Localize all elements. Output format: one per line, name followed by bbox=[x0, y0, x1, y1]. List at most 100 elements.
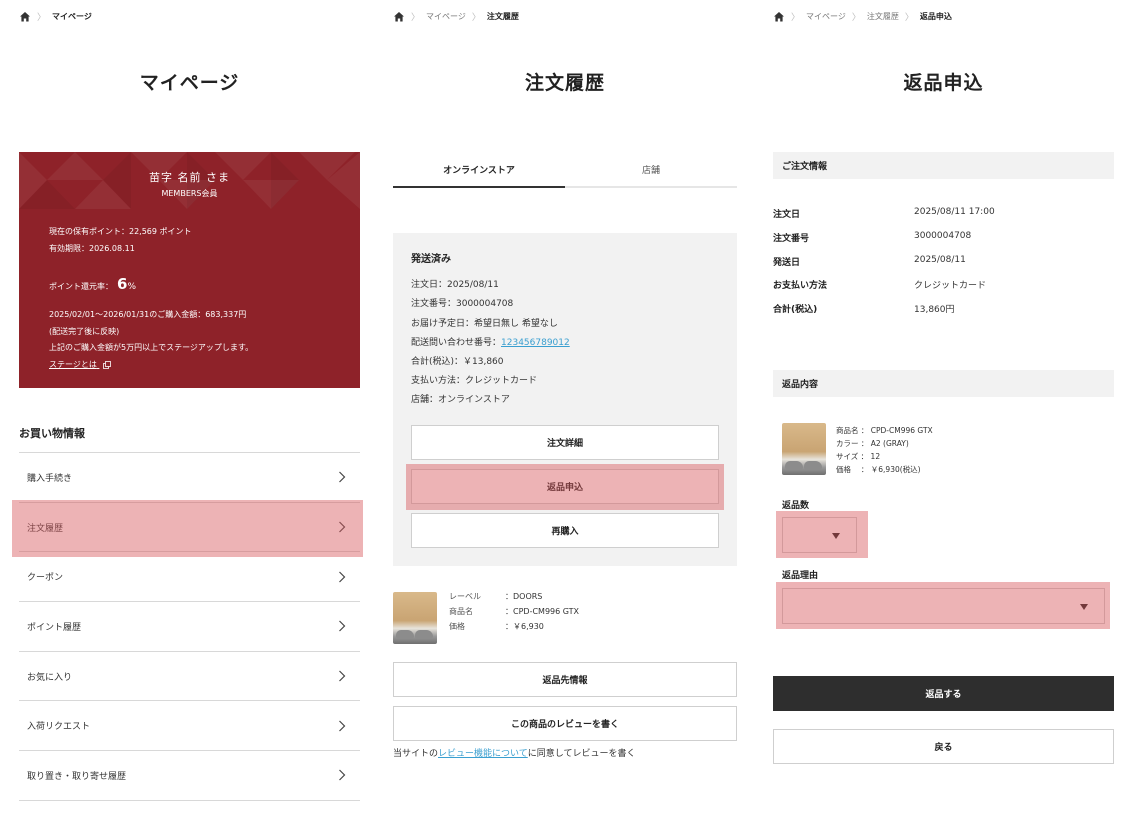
menu-item-point-history[interactable]: ポイント履歴 bbox=[19, 602, 360, 652]
submit-return-button[interactable]: 返品する bbox=[773, 676, 1114, 711]
stage-link[interactable]: ステージとは bbox=[49, 359, 112, 370]
row-value: 2025/08/11 17:00 bbox=[914, 207, 995, 217]
chevron-right-icon bbox=[339, 521, 346, 533]
return-info-button[interactable]: 返品先情報 bbox=[393, 662, 737, 697]
order-detail-button[interactable]: 注文詳細 bbox=[411, 425, 719, 460]
menu-item-label: クーポン bbox=[27, 573, 64, 584]
point-rate-label: ポイント還元率： bbox=[49, 282, 113, 291]
row-key: お支払い方法 bbox=[773, 281, 828, 291]
row-key: 合計(税込) bbox=[773, 305, 818, 315]
page-title: 返品申込 bbox=[903, 72, 984, 94]
product-name: 商品名 ： CPD-CM996 GTX bbox=[836, 426, 933, 435]
menu-item-label: 取り置き・取り寄せ履歴 bbox=[27, 771, 127, 782]
rebuy-button[interactable]: 再購入 bbox=[411, 513, 719, 548]
chevron-right-icon bbox=[339, 571, 346, 583]
return-product-info: 商品名 ： CPD-CM996 GTX カラー ： A2 (GRAY) サイズ … bbox=[836, 424, 933, 476]
delivery-date: お届け予定日：希望日無し 希望なし bbox=[411, 319, 558, 329]
page-title: マイページ bbox=[139, 72, 240, 94]
point-rate: ポイント還元率： 6% bbox=[49, 275, 136, 293]
row-key: 発送日 bbox=[773, 258, 801, 268]
row-value: 3000004708 bbox=[914, 231, 972, 241]
chevron-right-icon bbox=[339, 620, 346, 632]
points-text: 現在の保有ポイント：22,569 ポイント bbox=[49, 227, 192, 236]
tracking: 配送問い合わせ番号：123456789012 bbox=[411, 335, 570, 348]
return-qty-label: 返品数 bbox=[782, 501, 810, 511]
tracking-number-link[interactable]: 123456789012 bbox=[501, 338, 570, 348]
breadcrumb-mypage[interactable]: マイページ bbox=[426, 11, 466, 22]
product-info: レーベル ：DOORS 商品名 ：CPD-CM996 GTX 価格 ：￥6,930 bbox=[449, 589, 579, 634]
return-content-header: 返品内容 bbox=[773, 370, 1114, 397]
breadcrumb: 〉 マイページ 〉 注文履歴 bbox=[393, 10, 519, 23]
row-key: 注文日 bbox=[773, 210, 801, 220]
stage-link-label: ステージとは bbox=[49, 360, 97, 369]
shoe-right bbox=[415, 630, 433, 639]
tracking-label: 配送問い合わせ番号： bbox=[411, 338, 502, 348]
tab-online-store[interactable]: オンラインストア bbox=[393, 152, 565, 188]
member-rank: MEMBERS会員 bbox=[161, 189, 218, 198]
menu-item-checkout[interactable]: 購入手続き bbox=[19, 453, 360, 503]
name-key: 商品名 bbox=[449, 607, 473, 616]
menu-item-order-history[interactable]: 注文履歴 bbox=[19, 503, 360, 553]
point-rate-value: 6 bbox=[117, 275, 128, 293]
menu-item-label: 入荷リクエスト bbox=[27, 722, 91, 733]
tab-store[interactable]: 店舗 bbox=[565, 152, 737, 188]
point-rate-unit: % bbox=[127, 282, 136, 292]
return-request-button[interactable]: 返品申込 bbox=[411, 469, 719, 504]
back-button[interactable]: 戻る bbox=[773, 729, 1114, 764]
shopping-info-title: お買い物情報 bbox=[19, 427, 85, 440]
order-history-panel: 〉 マイページ 〉 注文履歴 注文履歴 オンラインストア 店舗 発送済み 注文日… bbox=[393, 0, 737, 820]
shoe-right bbox=[804, 461, 822, 470]
menu-item-favorites[interactable]: お気に入り bbox=[19, 652, 360, 702]
label-value: ：DOORS bbox=[505, 592, 543, 601]
payment-method: 支払い方法：クレジットカード bbox=[411, 376, 538, 386]
return-qty-select[interactable] bbox=[782, 517, 857, 553]
caret-down-icon bbox=[832, 533, 840, 539]
menu-item-reservation-history[interactable]: 取り置き・取り寄せ履歴 bbox=[19, 751, 360, 801]
home-icon[interactable] bbox=[393, 11, 405, 23]
return-reason-label: 返品理由 bbox=[782, 571, 819, 581]
price-value: ：￥6,930 bbox=[505, 622, 544, 631]
order-card: 発送済み 注文日：2025/08/11 注文番号：3000004708 お届け予… bbox=[393, 233, 737, 566]
purchase-period-note: (配送完了後に反映) bbox=[49, 327, 120, 336]
breadcrumb: 〉 マイページ 〉 注文履歴 〉 返品申込 bbox=[773, 10, 952, 23]
shopping-menu: 購入手続き 注文履歴 クーポン ポイント履歴 お気に入り 入荷リクエスト 取り置… bbox=[19, 452, 360, 801]
menu-item-coupon[interactable]: クーポン bbox=[19, 552, 360, 603]
row-value: クレジットカード bbox=[914, 281, 987, 291]
review-note: 当サイトのレビュー機能についてに同意してレビューを書く bbox=[393, 746, 635, 759]
breadcrumb-separator-icon: 〉 bbox=[411, 13, 421, 23]
order-date: 注文日：2025/08/11 bbox=[411, 280, 499, 290]
price-key: 価格 bbox=[449, 622, 465, 631]
home-icon[interactable] bbox=[19, 11, 31, 23]
breadcrumb-mypage[interactable]: マイページ bbox=[806, 11, 846, 22]
breadcrumb-order-history[interactable]: 注文履歴 bbox=[867, 11, 899, 22]
home-icon[interactable] bbox=[773, 11, 785, 23]
review-note-prefix: 当サイトの bbox=[393, 749, 439, 759]
product-color: カラー ： A2 (GRAY) bbox=[836, 439, 909, 448]
mypage-panel: 〉 マイページ マイページ 苗字 名前 さま MEMBERS会員 現在の保有ポイ… bbox=[12, 0, 363, 820]
order-info-header: ご注文情報 bbox=[773, 152, 1114, 179]
menu-item-restock-request[interactable]: 入荷リクエスト bbox=[19, 701, 360, 752]
member-card: 苗字 名前 さま MEMBERS会員 現在の保有ポイント：22,569 ポイント… bbox=[19, 152, 360, 388]
row-value: 2025/08/11 bbox=[914, 255, 966, 265]
shoe-left bbox=[396, 630, 414, 639]
store-tabs: オンラインストア 店舗 bbox=[393, 152, 737, 188]
order-store: 店舗：オンラインストア bbox=[411, 395, 510, 405]
return-reason-select[interactable] bbox=[782, 588, 1105, 624]
label-key: レーベル bbox=[449, 592, 481, 601]
shoe-left bbox=[785, 461, 803, 470]
return-request-panel: 〉 マイページ 〉 注文履歴 〉 返品申込 返品申込 ご注文情報 注文日 2025… bbox=[773, 0, 1114, 820]
product-image[interactable] bbox=[393, 592, 437, 644]
order-status: 発送済み bbox=[411, 254, 451, 265]
external-link-icon bbox=[103, 360, 112, 369]
chevron-right-icon bbox=[339, 670, 346, 682]
chevron-right-icon bbox=[339, 720, 346, 732]
purchase-period: 2025/02/01～2026/01/31のご購入金額：683,337円 bbox=[49, 310, 247, 319]
caret-down-icon bbox=[1080, 604, 1088, 610]
product-image bbox=[782, 423, 826, 475]
review-policy-link[interactable]: レビュー機能について bbox=[438, 749, 528, 759]
breadcrumb-current: マイページ bbox=[52, 12, 92, 21]
expiry-text: 有効期限：2026.08.11 bbox=[49, 244, 135, 253]
breadcrumb-separator-icon: 〉 bbox=[791, 13, 801, 23]
write-review-button[interactable]: この商品のレビューを書く bbox=[393, 706, 737, 741]
page-title: 注文履歴 bbox=[524, 72, 605, 94]
